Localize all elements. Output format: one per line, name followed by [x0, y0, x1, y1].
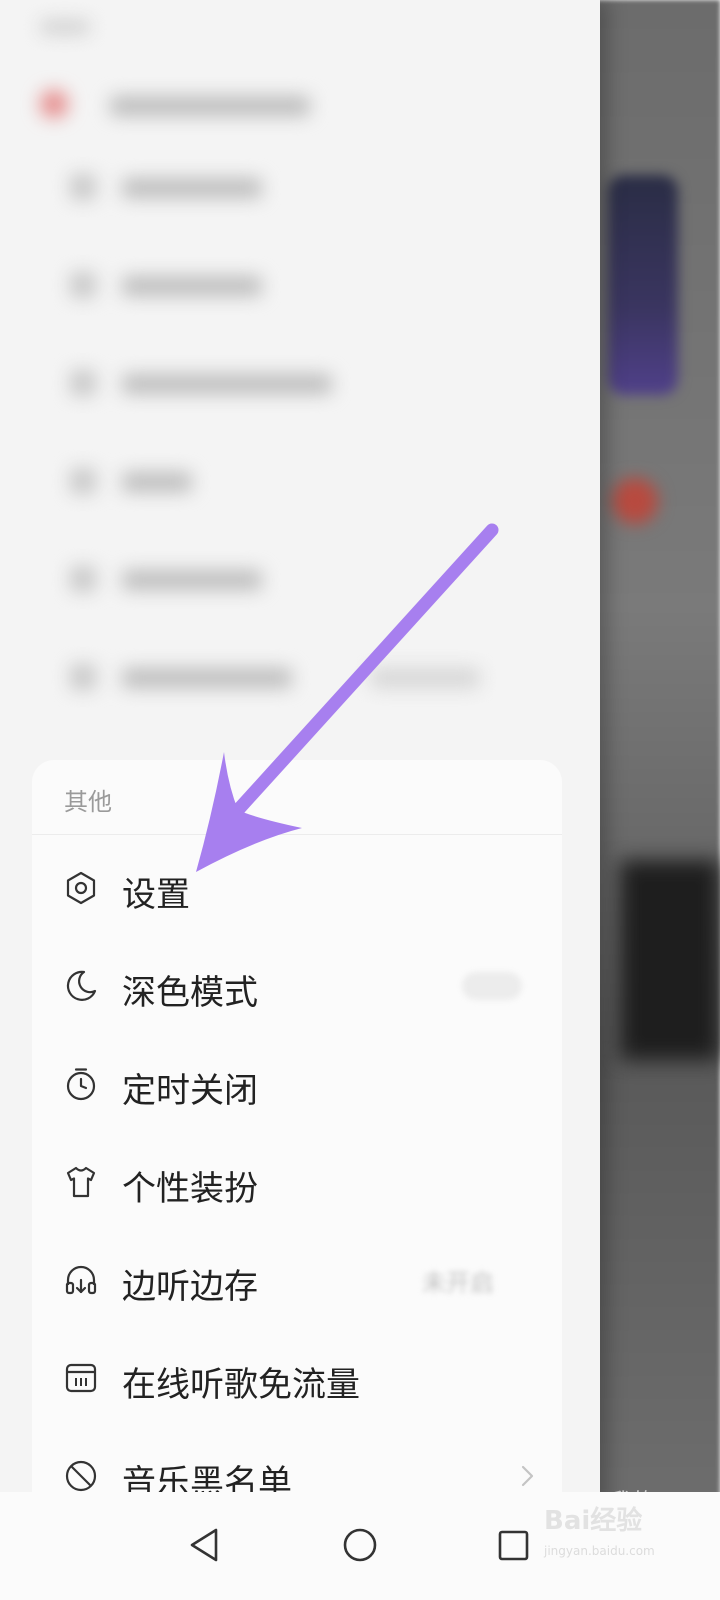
menu-item-label: 定时关闭 — [122, 1071, 258, 1111]
chevron-right-icon — [510, 1459, 544, 1493]
moon-icon — [64, 969, 98, 1003]
home-icon[interactable] — [330, 1514, 390, 1574]
headphones-icon — [64, 1263, 98, 1297]
menu-item-label: 个性装扮 — [122, 1169, 258, 1209]
menu-item-cache-while-playing[interactable]: 边听边存 未开启 — [32, 1230, 562, 1328]
other-section-card: 其他 设置 深色模式 定时关闭 个性装扮 边听边存 未开启 在线听歌免流量 音乐… — [32, 760, 562, 1520]
watermark-logo: Bai经验 jingyan.baidu.com — [544, 1506, 655, 1558]
menu-item-label: 在线听歌免流量 — [122, 1365, 360, 1405]
blurred-drawer-section — [0, 0, 600, 760]
menu-item-free-data[interactable]: 在线听歌免流量 — [32, 1328, 562, 1426]
tshirt-icon — [64, 1165, 98, 1199]
menu-item-label: 设置 — [122, 875, 190, 915]
menu-item-theme[interactable]: 个性装扮 — [32, 1132, 562, 1230]
background-album-art — [608, 175, 678, 395]
divider — [32, 834, 562, 835]
menu-item-dark-mode[interactable]: 深色模式 — [32, 936, 562, 1034]
section-title: 其他 — [64, 788, 112, 816]
background-dark-image — [620, 860, 720, 1060]
side-drawer: 其他 设置 深色模式 定时关闭 个性装扮 边听边存 未开启 在线听歌免流量 音乐… — [0, 0, 600, 1520]
menu-item-label: 深色模式 — [122, 973, 258, 1013]
timer-icon — [64, 1067, 98, 1101]
settings-icon — [64, 871, 98, 905]
menu-item-settings[interactable]: 设置 — [32, 838, 562, 936]
block-icon — [64, 1459, 98, 1493]
back-icon[interactable] — [176, 1514, 236, 1574]
menu-item-status: 未开启 — [422, 1269, 494, 1297]
menu-item-sleep-timer[interactable]: 定时关闭 — [32, 1034, 562, 1132]
dark-mode-toggle[interactable] — [462, 972, 522, 1000]
sim-card-icon — [64, 1361, 98, 1395]
recents-icon[interactable] — [484, 1514, 544, 1574]
background-red-badge — [612, 478, 658, 524]
menu-item-label: 边听边存 — [122, 1267, 258, 1307]
